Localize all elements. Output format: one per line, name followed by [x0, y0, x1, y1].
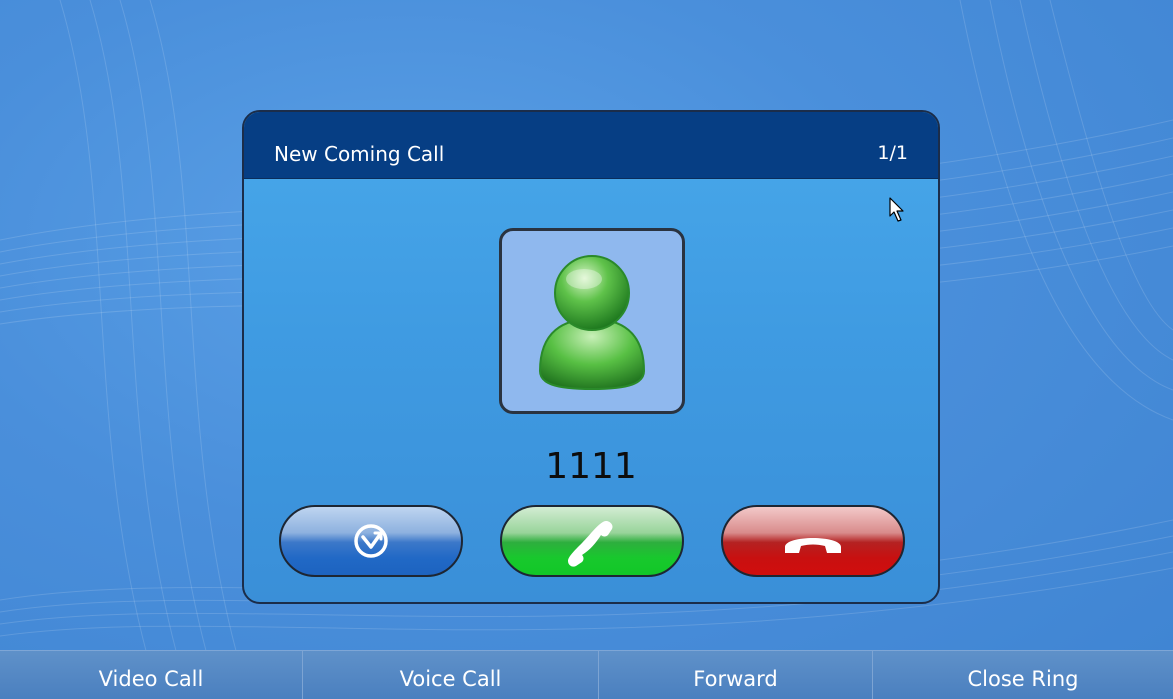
mouse-pointer-icon: [889, 197, 904, 222]
forward-softkey[interactable]: Forward: [598, 651, 872, 699]
close-ring-softkey[interactable]: Close Ring: [872, 651, 1173, 699]
incoming-call-dialog: New Coming Call 1/1 1111: [242, 110, 940, 604]
caller-number: 1111: [545, 446, 637, 487]
call-counter: 1/1: [877, 142, 908, 164]
dialog-title: New Coming Call: [274, 142, 445, 166]
reject-call-button[interactable]: [721, 505, 905, 577]
forward-icon: [354, 524, 388, 558]
hang-up-icon: [785, 538, 841, 553]
contact-person-icon: [538, 255, 646, 391]
forward-call-button[interactable]: [279, 505, 463, 577]
caller-avatar: [499, 228, 685, 414]
answer-phone-icon: [568, 521, 613, 567]
softkey-bar: Video Call Voice Call Forward Close Ring: [0, 650, 1173, 699]
video-call-softkey[interactable]: Video Call: [0, 651, 302, 699]
voice-call-softkey[interactable]: Voice Call: [302, 651, 598, 699]
answer-call-button[interactable]: [500, 505, 684, 577]
dialog-header: New Coming Call 1/1: [244, 112, 938, 179]
